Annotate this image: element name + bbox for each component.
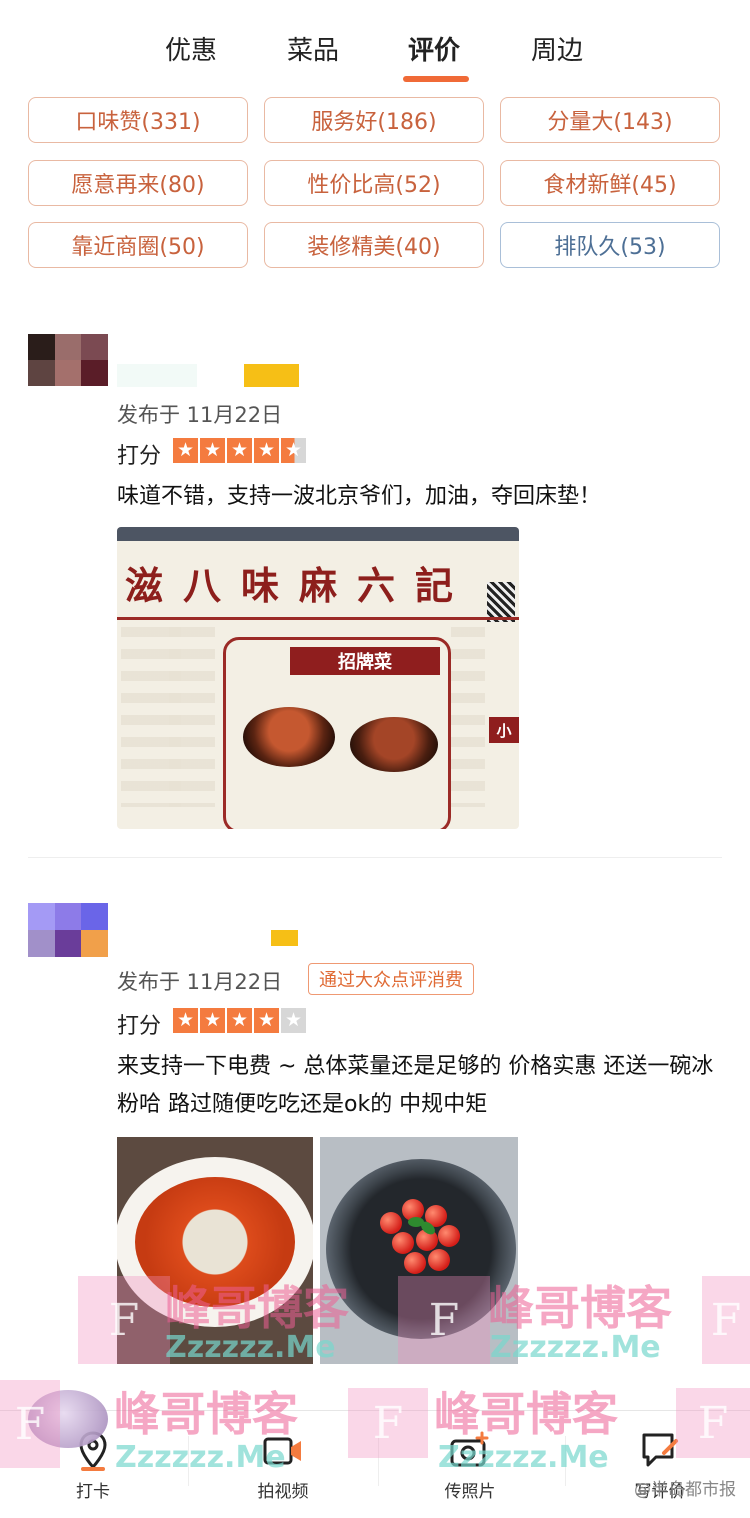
menu-restaurant-title: 滋八味麻六記 [125, 563, 474, 608]
tag-good-service[interactable]: 服务好(186) [264, 97, 484, 143]
tab-discount[interactable]: 优惠 [165, 30, 217, 67]
review-text: 来支持一下电费 ~ 总体菜量还是足够的 价格实惠 还送一碗冰粉哈 路过随便吃吃还… [117, 1054, 714, 1117]
star-icon: ★ [173, 438, 198, 463]
menu-divider [117, 617, 519, 620]
tag-taste-good[interactable]: 口味赞(331) [28, 97, 248, 143]
review-tabs: 优惠 菜品 评价 周边 [0, 18, 750, 82]
watermark-text: 峰哥博客 [488, 1281, 672, 1335]
watermark-logo: F [348, 1388, 428, 1458]
tab-reviews[interactable]: 评价 [408, 30, 460, 67]
watermark-domain: Zzzzzz.Me [165, 1330, 336, 1365]
menu-small-label: 小 [489, 717, 519, 743]
active-tab-indicator [403, 76, 469, 82]
tomato-image [438, 1225, 460, 1247]
tag-nice-decor[interactable]: 装修精美(40) [264, 222, 484, 268]
tomato-image [428, 1249, 450, 1271]
empty-star-icon: ★ [281, 1008, 306, 1033]
upload-photo-label: 传照片 [444, 1482, 496, 1502]
watermark-domain: Zzzzzz.Me [490, 1330, 661, 1365]
tag-good-value[interactable]: 性价比高(52) [264, 160, 484, 206]
star-icon: ★ [254, 1008, 279, 1033]
publish-date: 发布于 11月22日 [117, 970, 283, 994]
tomato-image [404, 1252, 426, 1274]
rating-stars: ★ ★ ★ ★ ★ [173, 1008, 306, 1033]
watermark-text: 峰哥博客 [114, 1387, 298, 1441]
watermark-logo: F [398, 1276, 490, 1364]
tomato-image [380, 1212, 402, 1234]
username[interactable] [117, 364, 197, 387]
watermark-text: 峰哥博客 [165, 1281, 349, 1335]
star-icon: ★ [227, 438, 252, 463]
menu-column [169, 627, 215, 807]
menu-column [451, 627, 485, 807]
rating-stars: ★ ★ ★ ★ ★ [173, 438, 306, 463]
watermark-logo: F [676, 1388, 750, 1458]
photo-frame-top [117, 527, 519, 541]
tomato-image [392, 1232, 414, 1254]
tab-nearby[interactable]: 周边 [531, 30, 583, 67]
avatar[interactable] [28, 903, 108, 957]
star-icon: ★ [173, 1008, 198, 1033]
watermark-text: 峰哥博客 [434, 1387, 618, 1441]
checkin-label: 打卡 [76, 1482, 110, 1502]
watermark-logo: F [702, 1276, 750, 1364]
user-level-badge [244, 364, 299, 387]
consumption-verified-badge: 通过大众点评消费 [308, 963, 474, 995]
watermark-logo: F [0, 1380, 60, 1468]
review-text: 味道不错，支持一波北京爷们，加油，夺回床垫！ [117, 484, 602, 509]
watermark-domain: Zzzzzz.Me [115, 1440, 286, 1475]
avatar[interactable] [28, 334, 108, 386]
dish-image [243, 707, 335, 767]
user-level-badge [271, 930, 298, 946]
tag-large-portion[interactable]: 分量大(143) [500, 97, 720, 143]
tag-near-business-district[interactable]: 靠近商圈(50) [28, 222, 248, 268]
shoot-video-label: 拍视频 [257, 1482, 309, 1502]
qr-code-icon [487, 582, 515, 622]
dish-image [350, 717, 438, 772]
tag-fresh-ingredients[interactable]: 食材新鲜(45) [500, 160, 720, 206]
star-icon: ★ [254, 438, 279, 463]
tab-dishes[interactable]: 菜品 [287, 30, 339, 67]
score-label: 打分 [117, 1014, 162, 1039]
publish-date: 发布于 11月22日 [117, 403, 283, 427]
review-divider [28, 857, 722, 858]
watermark-logo: F [78, 1276, 170, 1364]
review-photo[interactable]: 滋八味麻六記 招牌菜 小 [117, 527, 519, 829]
tag-long-queue[interactable]: 排队久(53) [500, 222, 720, 268]
star-icon: ★ [200, 438, 225, 463]
tag-come-again[interactable]: 愿意再来(80) [28, 160, 248, 206]
score-label: 打分 [117, 444, 162, 469]
half-star-icon: ★ [281, 438, 306, 463]
watermark-domain: Zzzzzz.Me [438, 1440, 609, 1475]
signature-dish-label: 招牌菜 [290, 647, 440, 675]
star-icon: ★ [200, 1008, 225, 1033]
star-icon: ★ [227, 1008, 252, 1033]
source-credit: @半岛都市报 [634, 1480, 736, 1500]
